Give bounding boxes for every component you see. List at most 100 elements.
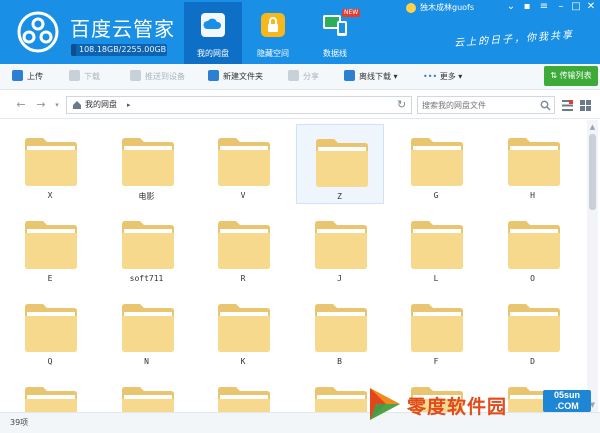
- share-icon: [288, 70, 299, 81]
- folder-item[interactable]: E: [6, 207, 94, 287]
- folder-icon: [314, 221, 367, 269]
- upload-button[interactable]: 上传: [12, 64, 43, 90]
- watermark-text: 零度软件园: [407, 396, 508, 418]
- tab-my-drive[interactable]: 我的网盘: [184, 2, 242, 64]
- watermark-site: 05sun .COM: [543, 390, 591, 412]
- offline-download-icon: [344, 70, 355, 81]
- folder-item[interactable]: V: [199, 124, 287, 204]
- folder-icon: [315, 139, 368, 187]
- storage-usage-text: 108.18GB/2255.00GB: [79, 45, 167, 54]
- folder-item[interactable]: F: [392, 290, 480, 370]
- home-icon: [73, 101, 81, 109]
- folder-name: F: [433, 357, 439, 366]
- folder-name: J: [337, 274, 342, 283]
- maximize-icon[interactable]: □: [569, 1, 583, 13]
- folder-icon: [218, 387, 270, 412]
- storage-usage-fill: [71, 44, 76, 56]
- tab-label: 数据线: [323, 49, 347, 58]
- folder-icon: [507, 221, 560, 269]
- folder-item[interactable]: N: [103, 290, 191, 370]
- folder-name: O: [530, 274, 535, 283]
- folder-icon: [218, 138, 270, 186]
- chevron-down-icon: ▾: [391, 72, 398, 81]
- close-icon[interactable]: ✕: [584, 1, 598, 13]
- folder-icon: [25, 221, 77, 269]
- folder-item[interactable]: J: [296, 207, 384, 287]
- folder-name: soft711: [129, 274, 164, 283]
- new-folder-button[interactable]: 新建文件夹: [208, 64, 263, 90]
- transfer-icon: ⇅: [550, 71, 560, 80]
- tab-hidden-space[interactable]: 隐藏空间: [244, 2, 302, 64]
- folder-item[interactable]: G: [392, 124, 480, 204]
- folder-item[interactable]: K: [199, 290, 287, 370]
- chevron-down-icon: ▾: [455, 72, 463, 81]
- folder-name: Z: [337, 192, 342, 201]
- title-bar: 百度云管家 108.18GB/2255.00GB 我的网盘 隐藏空间 NEW 数…: [0, 0, 600, 64]
- folder-icon: [121, 387, 174, 412]
- folder-name: X: [47, 191, 53, 200]
- push-device-button[interactable]: 推送到设备: [130, 64, 185, 90]
- folder-icon: [121, 304, 174, 352]
- app-title: 百度云管家: [70, 17, 175, 41]
- search-input[interactable]: [422, 98, 536, 112]
- breadcrumb-item[interactable]: 我的网盘: [85, 97, 117, 113]
- breadcrumb[interactable]: 我的网盘 ▸ ↻: [66, 96, 412, 114]
- baidu-cloud-logo-icon: [17, 11, 59, 53]
- tab-data-cable[interactable]: NEW 数据线: [306, 2, 364, 64]
- folder-item[interactable]: 电影: [103, 124, 191, 204]
- item-count: 39项: [10, 418, 29, 427]
- grid-view-icon[interactable]: [580, 100, 591, 111]
- folder-name: G: [433, 191, 439, 200]
- folder-item[interactable]: X: [6, 124, 94, 204]
- folder-name: 电影: [138, 192, 155, 201]
- share-button[interactable]: 分享: [288, 64, 319, 90]
- search-icon[interactable]: [540, 100, 551, 111]
- folder-item[interactable]: Q: [6, 290, 94, 370]
- folder-icon: [411, 221, 463, 269]
- more-button[interactable]: ••• 更多 ▾: [423, 64, 462, 90]
- scroll-thumb[interactable]: [589, 134, 596, 210]
- settings-menu-icon[interactable]: ⌄: [504, 1, 518, 13]
- folder-item[interactable]: Z: [295, 124, 384, 204]
- folder-item[interactable]: [103, 373, 191, 412]
- skin-icon[interactable]: ▪: [520, 1, 534, 13]
- history-dropdown-icon[interactable]: ▾: [50, 98, 64, 112]
- new-folder-icon: [208, 70, 219, 81]
- forward-arrow-icon[interactable]: →: [34, 98, 48, 112]
- folder-icon: [121, 138, 174, 186]
- refresh-icon[interactable]: ↻: [397, 99, 409, 111]
- folder-item[interactable]: soft711: [103, 207, 191, 287]
- folder-icon: [25, 138, 77, 186]
- folder-item[interactable]: L: [392, 207, 480, 287]
- more-dots-icon: •••: [423, 72, 440, 81]
- list-view-icon[interactable]: [562, 100, 573, 111]
- folder-item[interactable]: B: [296, 290, 384, 370]
- folder-icon: [411, 304, 463, 352]
- file-grid: X 电影 V Z G H Esoft711 R J L O Q N K B F D: [0, 120, 586, 412]
- folder-name: H: [530, 191, 535, 200]
- toolbar: 上传 下载 推送到设备 新建文件夹 分享 离线下载 ▾ ••• 更多 ▾: [0, 64, 600, 90]
- download-button[interactable]: 下载: [69, 64, 100, 90]
- breadcrumb-separator-icon[interactable]: ▸: [127, 97, 131, 113]
- folder-icon: [121, 221, 174, 269]
- folder-icon: [218, 221, 270, 269]
- folder-name: D: [530, 357, 535, 366]
- folder-item[interactable]: H: [489, 124, 577, 204]
- vertical-scrollbar[interactable]: ▲ ▼: [587, 120, 598, 412]
- scroll-up-icon[interactable]: ▲: [587, 122, 598, 132]
- offline-download-button[interactable]: 离线下载 ▾: [344, 64, 398, 90]
- search-field[interactable]: [417, 96, 555, 114]
- folder-item[interactable]: [199, 373, 287, 412]
- folder-item[interactable]: O: [489, 207, 577, 287]
- folder-item[interactable]: [6, 373, 94, 412]
- folder-item[interactable]: R: [199, 207, 287, 287]
- transfer-list-button[interactable]: ⇅ 传输列表: [544, 66, 598, 86]
- watermark-logo: 零度软件园 05sun .COM: [360, 378, 600, 433]
- folder-icon: [218, 304, 270, 352]
- minimize-icon[interactable]: –: [554, 1, 568, 13]
- folder-item[interactable]: D: [489, 290, 577, 370]
- back-arrow-icon[interactable]: ←: [14, 98, 28, 112]
- lock-icon: [261, 13, 285, 37]
- menu-icon[interactable]: ≡: [537, 1, 551, 13]
- new-badge: NEW: [342, 9, 361, 17]
